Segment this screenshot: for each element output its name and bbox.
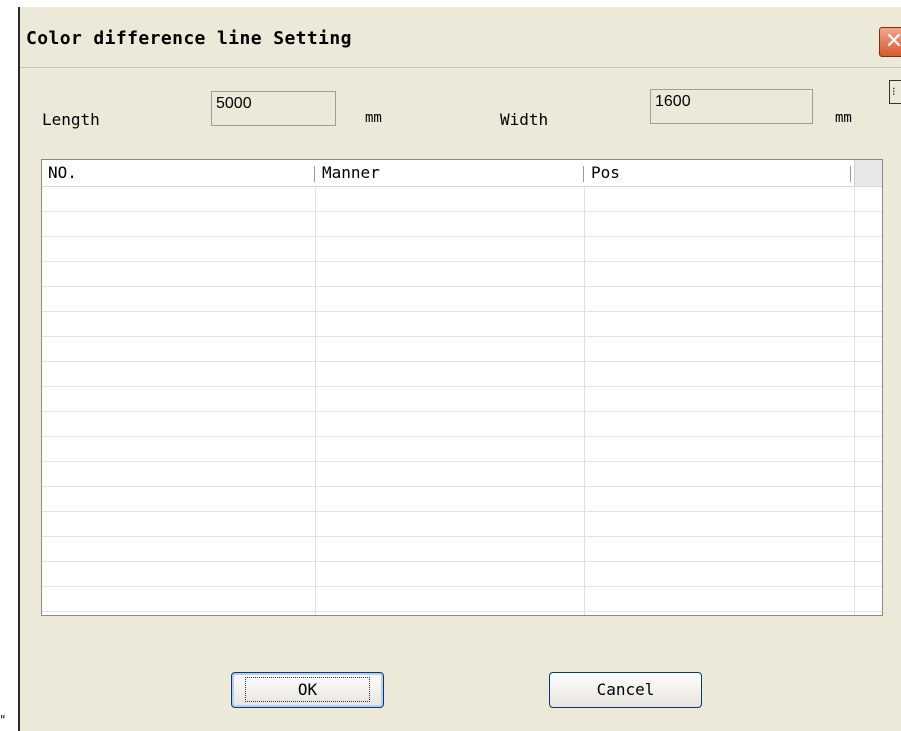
length-unit: mm — [365, 110, 382, 126]
title-bar[interactable]: Color difference line Setting ✕ — [20, 14, 901, 64]
table-row[interactable] — [42, 262, 882, 287]
side-edge-icon: ⁝ — [889, 80, 901, 104]
width-field[interactable]: 1600 — [650, 89, 813, 124]
table-row[interactable] — [42, 537, 882, 562]
table-row[interactable] — [42, 187, 882, 212]
table-header: NO. Manner Pos — [42, 160, 882, 187]
column-header-manner[interactable]: Manner — [316, 160, 584, 186]
stray-mark: " — [0, 713, 6, 727]
ok-button[interactable]: OK — [231, 672, 384, 708]
table-row[interactable] — [42, 287, 882, 312]
table-row[interactable] — [42, 562, 882, 587]
column-divider[interactable] — [314, 166, 315, 182]
column-header-pos[interactable]: Pos — [585, 160, 853, 186]
table-row[interactable] — [42, 512, 882, 537]
color-difference-line-dialog: Color difference line Setting ✕ ⁝ Length… — [18, 7, 901, 731]
table-row[interactable] — [42, 387, 882, 412]
table-row[interactable] — [42, 437, 882, 462]
table-row[interactable] — [42, 487, 882, 512]
table-row[interactable] — [42, 212, 882, 237]
column-divider[interactable] — [583, 166, 584, 182]
width-unit: mm — [835, 110, 852, 126]
table-row[interactable] — [42, 462, 882, 487]
column-divider[interactable] — [850, 166, 851, 182]
cancel-button[interactable]: Cancel — [549, 672, 702, 708]
close-icon[interactable]: ✕ — [879, 27, 901, 57]
table-row[interactable] — [42, 337, 882, 362]
length-label: Length — [42, 110, 100, 129]
table-row[interactable] — [42, 362, 882, 387]
table-row[interactable] — [42, 237, 882, 262]
table-row[interactable] — [42, 312, 882, 337]
title-separator — [20, 67, 901, 68]
width-label: Width — [500, 110, 549, 129]
length-field[interactable]: 5000 — [211, 91, 336, 126]
dialog-title: Color difference line Setting — [26, 28, 352, 49]
column-header-no[interactable]: NO. — [42, 160, 314, 186]
table-body — [42, 187, 882, 612]
table-row[interactable] — [42, 587, 882, 612]
table-row[interactable] — [42, 412, 882, 437]
lines-table[interactable]: NO. Manner Pos — [41, 159, 883, 616]
ok-button-label: OK — [244, 677, 371, 702]
header-scroll-corner — [854, 160, 882, 186]
